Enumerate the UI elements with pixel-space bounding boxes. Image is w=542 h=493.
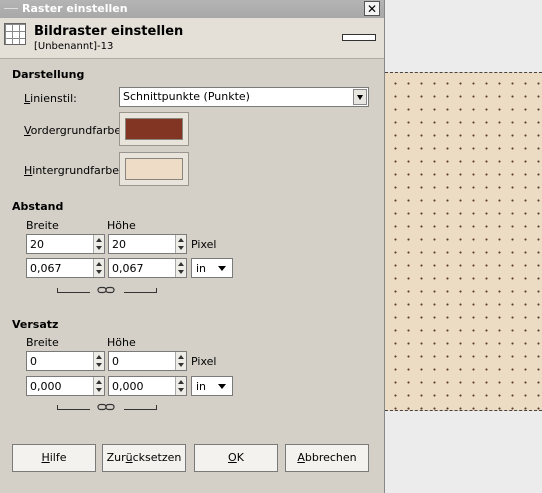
abstand-breite-label: Breite <box>26 219 59 232</box>
abstand-hoehe-in-input[interactable]: 0,067 <box>108 258 187 278</box>
abstand-hoehe-label: Höhe <box>107 219 136 232</box>
spin-arrows-icon[interactable] <box>175 377 186 395</box>
dropdown-arrow-icon[interactable] <box>353 89 367 105</box>
versatz-hoehe-label: Höhe <box>107 336 136 349</box>
spin-arrows-icon[interactable] <box>175 259 186 277</box>
image-canvas[interactable] <box>385 72 542 411</box>
section-versatz: Versatz <box>12 318 59 331</box>
versatz-breite-in-input[interactable]: 0,000 <box>26 376 105 396</box>
dialog-header: Bildraster einstellen [Unbenannt]-13 <box>0 18 384 59</box>
title-bar[interactable]: Raster einstellen ✕ <box>0 0 384 18</box>
spin-arrows-icon[interactable] <box>175 352 186 370</box>
section-darstellung: Darstellung <box>12 68 85 81</box>
raster-dialog: Raster einstellen ✕ Bildraster einstelle… <box>0 0 385 493</box>
spin-arrows-icon[interactable] <box>93 259 104 277</box>
linienstil-label: Linienstil: <box>24 92 77 105</box>
abstand-hoehe-px-input[interactable]: 20 <box>108 234 187 254</box>
abstand-unit-px: Pixel <box>191 238 217 251</box>
close-icon[interactable]: ✕ <box>364 1 380 16</box>
reset-button[interactable]: Zurücksetzen <box>102 444 186 472</box>
vordergrund-label: Vordergrundfarbe: <box>24 124 125 137</box>
header-subtitle: [Unbenannt]-13 <box>34 41 114 52</box>
versatz-chain <box>57 403 157 411</box>
vordergrund-swatch <box>125 118 183 140</box>
window-title: Raster einstellen <box>22 2 128 15</box>
dropdown-arrow-icon <box>218 384 226 389</box>
abstand-chain <box>57 286 157 294</box>
section-abstand: Abstand <box>12 200 64 213</box>
help-button[interactable]: Hilfe <box>12 444 96 472</box>
spin-arrows-icon[interactable] <box>93 377 104 395</box>
versatz-hoehe-in-input[interactable]: 0,000 <box>108 376 187 396</box>
cancel-button[interactable]: Abbrechen <box>285 444 369 472</box>
chain-link-icon[interactable] <box>97 403 115 411</box>
linienstil-value: Schnittpunkte (Punkte) <box>123 90 250 103</box>
abstand-breite-px-input[interactable]: 20 <box>26 234 105 254</box>
abstand-unit-select[interactable]: in <box>191 258 233 278</box>
header-title: Bildraster einstellen <box>34 24 184 39</box>
versatz-breite-label: Breite <box>26 336 59 349</box>
header-indicator <box>342 34 376 41</box>
versatz-hoehe-px-input[interactable]: 0 <box>108 351 187 371</box>
chain-link-icon[interactable] <box>97 286 115 294</box>
window-grip <box>4 8 18 9</box>
linienstil-select[interactable]: Schnittpunkte (Punkte) <box>119 87 369 107</box>
spin-arrows-icon[interactable] <box>93 235 104 253</box>
ok-button[interactable]: OK <box>194 444 278 472</box>
versatz-unit-px: Pixel <box>191 355 217 368</box>
abstand-breite-in-input[interactable]: 0,067 <box>26 258 105 278</box>
hintergrund-color-button[interactable] <box>119 152 189 186</box>
vordergrund-color-button[interactable] <box>119 112 189 146</box>
hintergrund-swatch <box>125 158 183 180</box>
versatz-breite-px-input[interactable]: 0 <box>26 351 105 371</box>
spin-arrows-icon[interactable] <box>175 235 186 253</box>
hintergrund-label: Hintergrundfarbe: <box>24 164 123 177</box>
versatz-unit-select[interactable]: in <box>191 376 233 396</box>
grid-icon <box>4 23 26 45</box>
dropdown-arrow-icon <box>218 266 226 271</box>
spin-arrows-icon[interactable] <box>93 352 104 370</box>
